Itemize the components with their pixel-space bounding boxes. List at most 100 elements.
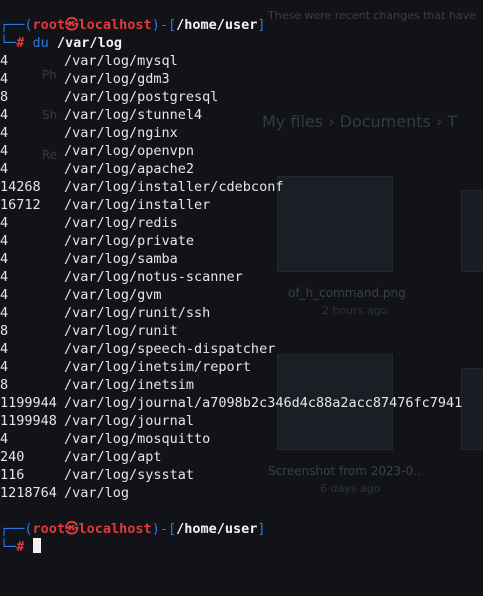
prompt-frame: ┌──( (0, 17, 33, 33)
prompt-frame: )-[ (151, 17, 177, 33)
du-path: /var/log/speech-dispatcher (64, 341, 276, 357)
prompt-frame: ] (257, 521, 266, 537)
du-path: /var/log/notus-scanner (64, 269, 243, 285)
prompt-line: ┌──(root㉿localhost)-[/home/user] (0, 16, 266, 34)
du-output-row: 4/var/log/nginx (0, 124, 178, 142)
du-path: /var/log/apache2 (64, 161, 195, 177)
du-path: /var/log/gdm3 (64, 71, 170, 87)
terminal-output[interactable]: ┌──(root㉿localhost)-[/home/user] └─# du … (0, 0, 483, 596)
du-size: 4 (0, 359, 9, 375)
du-output-row: 4/var/log/inetsim/report (0, 358, 251, 376)
du-size: 8 (0, 323, 9, 339)
prompt-user: root (32, 17, 66, 33)
du-path: /var/log/nginx (64, 125, 178, 141)
du-path: /var/log/journal (64, 413, 195, 429)
du-size: 8 (0, 377, 9, 393)
du-output-row: 8/var/log/postgresql (0, 88, 218, 106)
du-path: /var/log/mysql (64, 53, 178, 69)
du-size: 4 (0, 107, 9, 123)
du-output-row: 4/var/log/samba (0, 250, 178, 268)
du-output-row: 16712/var/log/installer (0, 196, 210, 214)
command-name: du (32, 35, 49, 51)
du-output-row: 240/var/log/apt (0, 448, 162, 466)
prompt-host: localhost (78, 17, 152, 33)
du-path: /var/log/postgresql (64, 89, 219, 105)
du-output-row: 116/var/log/sysstat (0, 466, 194, 484)
prompt-at-symbol: ㉿ (65, 521, 79, 537)
du-size: 116 (0, 467, 25, 483)
du-size: 4 (0, 161, 9, 177)
du-path: /var/log/runit (64, 323, 178, 339)
du-path: /var/log/stunnel4 (64, 107, 203, 123)
du-path: /var/log/journal/a7098b2c346d4c88a2acc87… (64, 395, 463, 411)
du-size: 16712 (0, 197, 41, 213)
du-path: /var/log/openvpn (64, 143, 195, 159)
du-path: /var/log/inetsim/report (64, 359, 251, 375)
du-path: /var/log/gvm (64, 287, 162, 303)
du-path: /var/log/runit/ssh (64, 305, 211, 321)
du-output-row: 4/var/log/apache2 (0, 160, 194, 178)
du-path: /var/log/inetsim (64, 377, 195, 393)
du-size: 4 (0, 233, 9, 249)
du-output-row: 4/var/log/openvpn (0, 142, 194, 160)
du-path: /var/log/sysstat (64, 467, 195, 483)
du-path: /var/log/installer (64, 197, 211, 213)
du-output-row: 1199944/var/log/journal/a7098b2c346d4c88… (0, 394, 462, 412)
du-output-row: 1199948/var/log/journal (0, 412, 194, 430)
du-size: 14268 (0, 179, 41, 195)
du-path: /var/log/mosquitto (64, 431, 211, 447)
prompt-hash: # (16, 35, 33, 51)
prompt-line: ┌──(root㉿localhost)-[/home/user] (0, 520, 266, 538)
terminal-window[interactable]: These were recent changes that have Ph S… (0, 0, 483, 596)
du-path: /var/log/redis (64, 215, 178, 231)
du-output-row: 4/var/log/gdm3 (0, 70, 170, 88)
du-size: 1199944 (0, 395, 57, 411)
du-size: 4 (0, 71, 9, 87)
prompt-frame: ┌──( (0, 521, 33, 537)
du-size: 4 (0, 269, 9, 285)
du-size: 4 (0, 125, 9, 141)
du-output-row: 4/var/log/mosquitto (0, 430, 210, 448)
prompt-frame: └─ (0, 539, 17, 555)
du-size: 240 (0, 449, 25, 465)
prompt-path: /home/user (176, 521, 258, 537)
du-size: 1199948 (0, 413, 57, 429)
du-size: 4 (0, 431, 9, 447)
du-output-row: 4/var/log/runit/ssh (0, 304, 210, 322)
du-size: 4 (0, 53, 9, 69)
du-size: 4 (0, 341, 9, 357)
du-size: 8 (0, 89, 9, 105)
du-output-row: 4/var/log/notus-scanner (0, 268, 243, 286)
du-output-row: 8/var/log/inetsim (0, 376, 194, 394)
du-path: /var/log/private (64, 233, 195, 249)
du-output-row: 4/var/log/private (0, 232, 194, 250)
du-size: 4 (0, 251, 9, 267)
prompt-frame: )-[ (151, 521, 177, 537)
prompt-host: localhost (78, 521, 152, 537)
du-path: /var/log/installer/cdebconf (64, 179, 284, 195)
text-cursor (32, 538, 41, 553)
prompt-path: /home/user (176, 17, 258, 33)
command-argument: /var/log (48, 35, 122, 51)
command-line: └─# du /var/log (0, 34, 122, 52)
prompt-hash: # (16, 539, 33, 555)
du-output-row: 4/var/log/mysql (0, 52, 178, 70)
prompt-at-symbol: ㉿ (65, 17, 79, 33)
prompt-user: root (32, 521, 66, 537)
du-output-row: 4/var/log/gvm (0, 286, 162, 304)
du-size: 4 (0, 287, 9, 303)
input-line[interactable]: └─# (0, 538, 41, 556)
du-size: 1218764 (0, 485, 57, 501)
du-output-row: 4/var/log/stunnel4 (0, 106, 202, 124)
du-output-row: 1218764/var/log (0, 484, 129, 502)
du-path: /var/log/apt (64, 449, 162, 465)
prompt-frame: └─ (0, 35, 17, 51)
du-output-row: 8/var/log/runit (0, 322, 178, 340)
du-size: 4 (0, 305, 9, 321)
du-path: /var/log (64, 485, 130, 501)
du-output-row: 4/var/log/redis (0, 214, 178, 232)
du-path: /var/log/samba (64, 251, 178, 267)
du-output-row: 14268/var/log/installer/cdebconf (0, 178, 283, 196)
du-size: 4 (0, 215, 9, 231)
du-size: 4 (0, 143, 9, 159)
